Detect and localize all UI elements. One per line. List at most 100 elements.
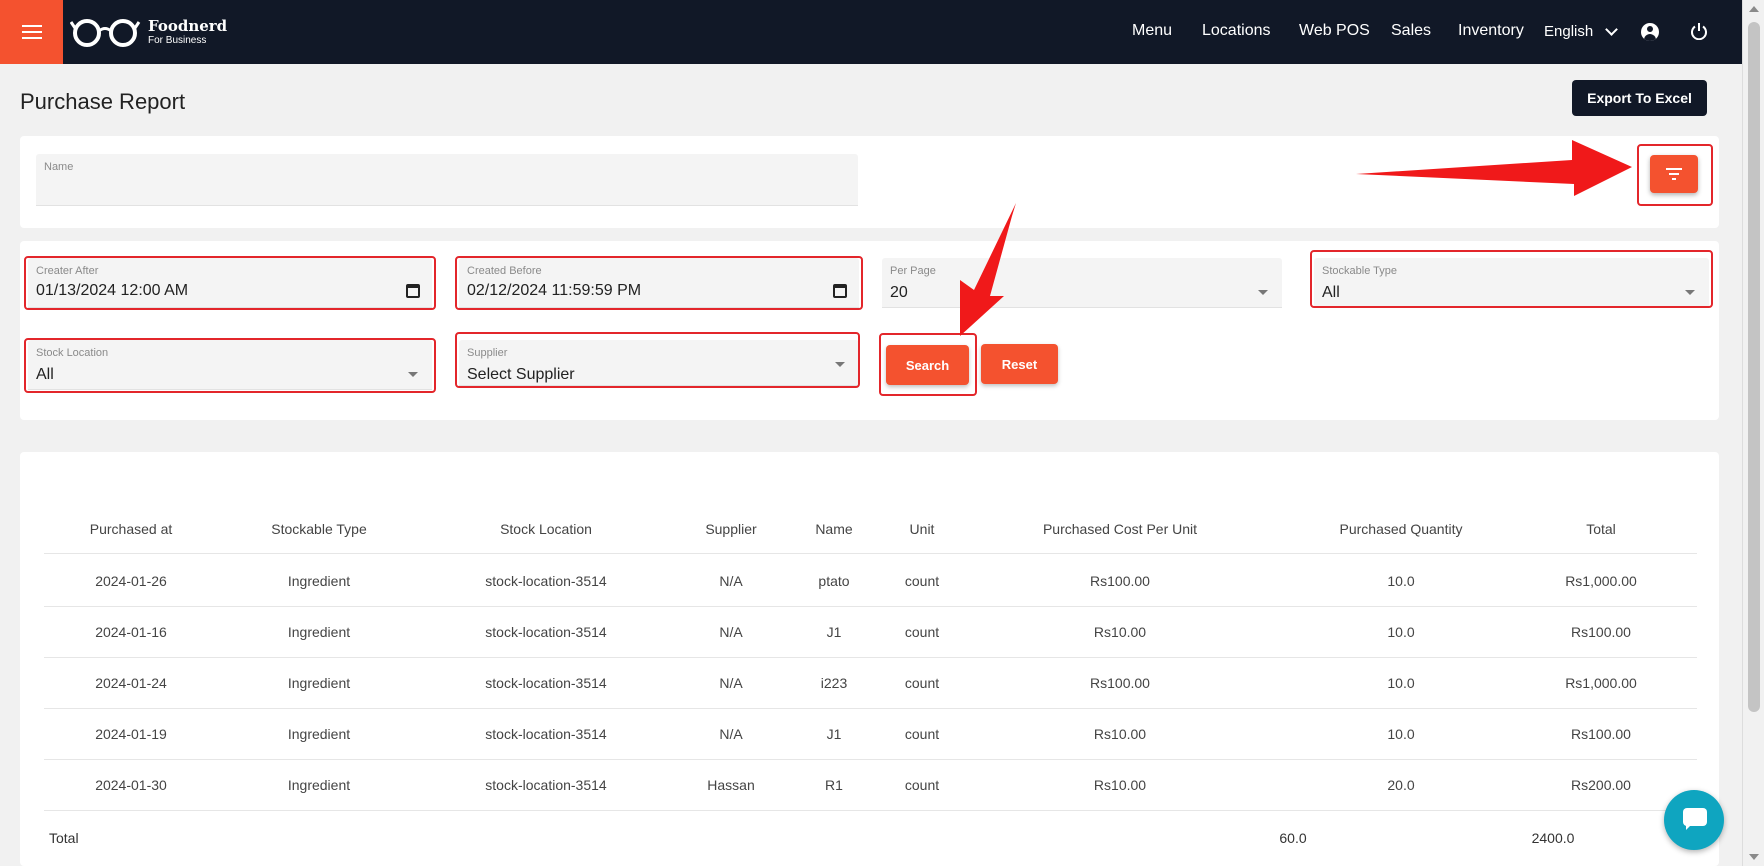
table-cell: 10.0 xyxy=(1387,573,1415,589)
table-cell: N/A xyxy=(719,573,743,589)
table-cell: Rs10.00 xyxy=(1093,777,1147,793)
per-page-select[interactable]: Per Page 20 xyxy=(882,258,1282,308)
table-cell: J1 xyxy=(826,624,842,640)
table-cell: count xyxy=(904,573,940,589)
table-cell: Rs10.00 xyxy=(1093,624,1147,640)
table-cell: 20.0 xyxy=(1387,777,1415,793)
column-header-stock-location: Stock Location xyxy=(500,521,592,537)
report-table-card xyxy=(20,452,1719,866)
annotation-box-stock-location xyxy=(24,338,436,393)
export-to-excel-button[interactable]: Export To Excel xyxy=(1572,80,1707,116)
table-cell: Rs200.00 xyxy=(1571,777,1631,793)
table-cell: stock-location-3514 xyxy=(485,675,607,691)
chat-support-button[interactable] xyxy=(1664,790,1724,850)
table-cell: 10.0 xyxy=(1387,726,1415,742)
table-cell: 2024-01-30 xyxy=(95,777,167,793)
table-cell: 2024-01-26 xyxy=(95,573,167,589)
chat-icon-tail xyxy=(1686,824,1692,830)
table-cell: ptato xyxy=(818,573,850,589)
column-header-unit: Unit xyxy=(909,521,935,537)
page-scrollbar[interactable] xyxy=(1742,0,1764,866)
table-cell: Rs10.00 xyxy=(1093,726,1147,742)
table-cell: stock-location-3514 xyxy=(485,726,607,742)
hamburger-menu-button[interactable] xyxy=(0,0,63,64)
filter-icon-line xyxy=(1672,178,1676,180)
row-divider xyxy=(44,657,1697,658)
total-label: Total xyxy=(49,830,79,846)
name-field-label: Name xyxy=(44,161,74,173)
table-cell: Ingredient xyxy=(287,573,351,589)
per-page-value: 20 xyxy=(890,284,908,301)
row-divider xyxy=(44,810,1697,811)
column-header-name: Name xyxy=(815,521,853,537)
table-cell: J1 xyxy=(826,726,842,742)
table-cell: Ingredient xyxy=(287,624,351,640)
table-cell: N/A xyxy=(719,726,743,742)
account-icon[interactable] xyxy=(1641,23,1659,41)
row-divider xyxy=(44,759,1697,760)
name-search-field[interactable]: Name xyxy=(36,154,858,206)
nav-inventory[interactable]: Inventory xyxy=(1458,22,1524,40)
table-cell: 2024-01-19 xyxy=(95,726,167,742)
table-cell: count xyxy=(904,675,940,691)
language-label: English xyxy=(1544,23,1594,40)
scroll-thumb[interactable] xyxy=(1748,22,1760,712)
table-cell: i223 xyxy=(820,675,848,691)
annotation-box-stockable-type xyxy=(1310,250,1713,308)
power-icon[interactable] xyxy=(1690,22,1708,40)
table-cell: stock-location-3514 xyxy=(485,573,607,589)
nav-sales[interactable]: Sales xyxy=(1391,22,1431,40)
top-navbar: Foodnerd For Business Menu Locations Web… xyxy=(0,0,1742,64)
row-divider xyxy=(44,606,1697,607)
table-cell: 2024-01-16 xyxy=(95,624,167,640)
brand-subtitle: For Business xyxy=(148,34,207,46)
table-cell: 10.0 xyxy=(1387,675,1415,691)
table-cell: count xyxy=(904,726,940,742)
annotation-box-created-after xyxy=(24,256,436,310)
nav-menu[interactable]: Menu xyxy=(1132,22,1172,40)
table-cell: R1 xyxy=(825,777,843,793)
table-cell: N/A xyxy=(719,675,743,691)
total-quantity: 60.0 xyxy=(1279,830,1307,846)
scroll-up-arrow-icon[interactable] xyxy=(1749,6,1759,12)
table-cell: count xyxy=(904,777,940,793)
glasses-icon xyxy=(70,19,141,47)
row-divider xyxy=(44,708,1697,709)
column-header-purchased-at: Purchased at xyxy=(89,521,173,537)
chevron-down-icon xyxy=(1605,22,1619,36)
nav-locations[interactable]: Locations xyxy=(1202,22,1271,40)
column-header-purchased-quantity: Purchased Quantity xyxy=(1339,521,1463,537)
table-cell: Rs100.00 xyxy=(1090,675,1150,691)
page-title: Purchase Report xyxy=(20,89,186,114)
filter-toggle-button[interactable] xyxy=(1650,155,1698,193)
column-header-supplier: Supplier xyxy=(705,521,757,537)
table-cell: Rs1,000.00 xyxy=(1565,573,1637,589)
annotation-box-supplier xyxy=(455,332,860,388)
filter-icon xyxy=(1666,168,1682,170)
column-header-cost-per-unit: Purchased Cost Per Unit xyxy=(1042,521,1198,537)
dropdown-caret-icon xyxy=(1258,290,1268,295)
scroll-down-arrow-icon[interactable] xyxy=(1749,854,1759,860)
table-cell: Rs1,000.00 xyxy=(1565,675,1637,691)
table-cell: Rs100.00 xyxy=(1571,726,1631,742)
total-amount: 2400.0 xyxy=(1531,830,1575,846)
hamburger-icon xyxy=(21,25,42,39)
nav-web-pos[interactable]: Web POS xyxy=(1299,22,1370,40)
table-cell: Rs100.00 xyxy=(1090,573,1150,589)
filter-icon-line xyxy=(1669,173,1679,175)
language-selector[interactable]: English xyxy=(1544,22,1619,40)
column-header-stockable-type: Stockable Type xyxy=(271,521,367,537)
table-cell: 10.0 xyxy=(1387,624,1415,640)
table-cell: 2024-01-24 xyxy=(95,675,167,691)
table-cell: N/A xyxy=(719,624,743,640)
table-cell: Ingredient xyxy=(287,675,351,691)
brand-name: Foodnerd xyxy=(148,16,228,35)
reset-button[interactable]: Reset xyxy=(981,344,1058,384)
column-header-total: Total xyxy=(1586,521,1616,537)
brand-logo[interactable]: Foodnerd For Business xyxy=(70,14,227,50)
table-cell: count xyxy=(904,624,940,640)
table-cell: Ingredient xyxy=(287,726,351,742)
table-cell: stock-location-3514 xyxy=(485,777,607,793)
annotation-box-search xyxy=(879,333,977,396)
table-divider xyxy=(44,553,1697,554)
